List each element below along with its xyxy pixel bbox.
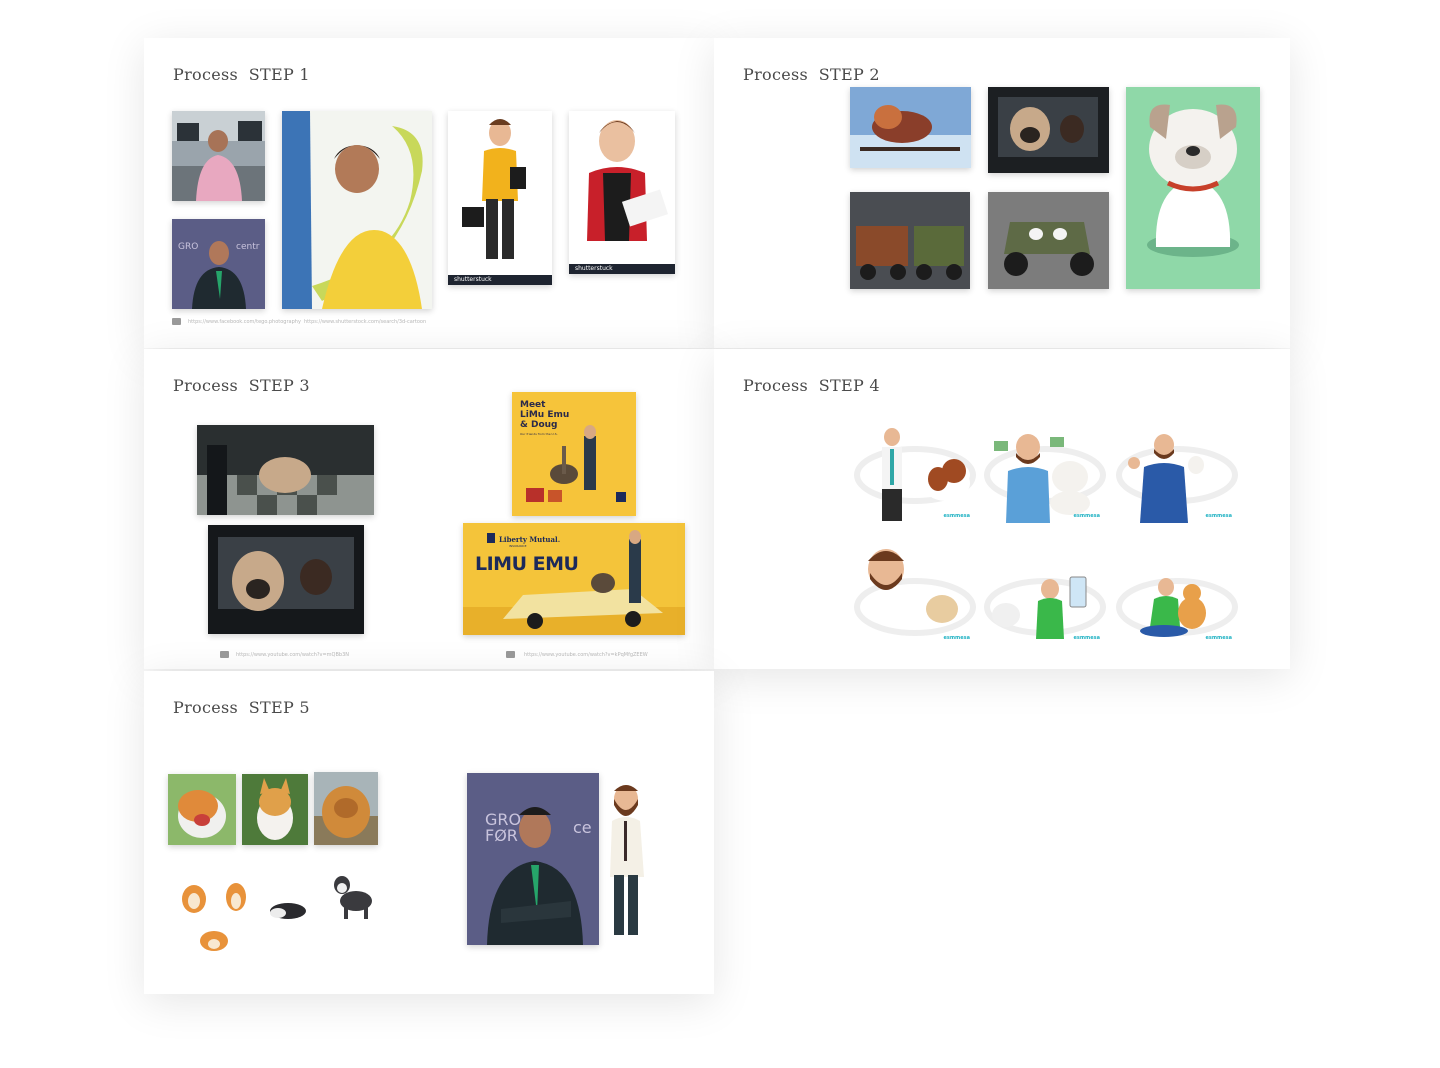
step-title: Process STEP 5 (173, 698, 310, 717)
reference-photo-office[interactable] (172, 111, 265, 201)
concept-smiling-face-labrador[interactable]: esmmesa (854, 543, 976, 645)
reference-3d-cartoon-clipboard[interactable]: shutterstuck (569, 111, 675, 274)
svg-text:GRO: GRO (178, 242, 198, 252)
concept-man-with-bulldog-money[interactable]: esmmesa (984, 427, 1106, 523)
reference-cartoon-sled-dog[interactable] (850, 87, 971, 168)
brand-watermark: esmmesa (943, 635, 970, 641)
step-card-2: Process STEP 2 (714, 38, 1290, 348)
source-icon (506, 651, 515, 658)
svg-text:FØR: FØR (485, 826, 518, 845)
brand-watermark: esmmesa (1073, 635, 1100, 641)
poster-brand-sub: INSURANCE (509, 544, 527, 548)
brand-watermark: esmmesa (1205, 635, 1232, 641)
reference-photo-forum[interactable]: GRO centr (172, 219, 265, 309)
brand-watermark: esmmesa (1205, 513, 1232, 519)
step-title: Process STEP 4 (743, 376, 880, 395)
poster-brand: Liberty Mutual. (499, 535, 561, 544)
source-link[interactable]: https://www.youtube.com/watch?v=kPqMfgZE… (524, 652, 648, 658)
sketch-sleeping-dog[interactable] (266, 899, 310, 921)
concept-man-phone-white-dog[interactable]: esmmesa (984, 543, 1106, 645)
sketch-shiba-pair[interactable] (174, 871, 254, 919)
concept-bearded-man-cartoon[interactable] (604, 781, 656, 939)
stock-watermark: shutterstuck (569, 264, 675, 274)
step-card-1: Process STEP 1 GRO centr shutterstuck sh… (144, 38, 714, 348)
concept-man-sitting-with-dog[interactable]: esmmesa (1116, 543, 1238, 645)
step-card-5: Process STEP 5 GRO FØR ce (144, 671, 714, 994)
step-card-3: Process STEP 3 Meet LiMu Emu & Doug Our … (144, 349, 714, 669)
reference-poster-liberty-mutual[interactable]: Liberty Mutual. INSURANCE LIMU EMU (463, 523, 685, 635)
source-link[interactable]: https://www.shutterstock.com/search/3d-c… (304, 319, 426, 325)
svg-text:centr: centr (236, 242, 260, 252)
brand-watermark: esmmesa (1073, 513, 1100, 519)
step-title: Process STEP 3 (173, 376, 310, 395)
reference-3d-cartoon-briefcase[interactable]: shutterstuck (448, 111, 552, 285)
source-link[interactable]: https://www.facebook.com/tego.photograph… (188, 319, 301, 325)
reference-photo-chow-chow[interactable] (314, 772, 378, 845)
reference-rusty-trucks[interactable] (850, 192, 970, 289)
reference-cartoon-bulldog[interactable] (1126, 87, 1260, 289)
poster-title: LIMU EMU (475, 553, 579, 575)
source-icon (172, 318, 181, 325)
reference-photo-akita[interactable] (168, 774, 236, 845)
step-title: Process STEP 2 (743, 65, 880, 84)
reference-photo-yellow-shirt[interactable] (282, 111, 432, 309)
step-title: Process STEP 1 (173, 65, 310, 84)
stock-watermark: shutterstuck (448, 275, 552, 285)
source-icon (220, 651, 229, 658)
source-link[interactable]: https://www.youtube.com/watch?v=mQBb3N (236, 652, 349, 658)
concept-man-ok-sign-dog[interactable]: esmmesa (1116, 427, 1238, 523)
reference-photo-corgi[interactable] (242, 774, 308, 845)
concept-man-with-saint-bernard[interactable]: esmmesa (854, 427, 976, 523)
sketch-husky[interactable] (330, 871, 378, 921)
reference-pug-in-car[interactable] (208, 525, 364, 634)
reference-pug-in-car[interactable] (988, 87, 1109, 173)
svg-text:ce: ce (573, 818, 592, 837)
step-card-4: Process STEP 4 esmmesa esmmesa esmmesa e… (714, 349, 1290, 669)
reference-poster-limu-emu[interactable]: Meet LiMu Emu & Doug Our friends from th… (512, 392, 636, 516)
reference-photo-forum-large[interactable]: GRO FØR ce (467, 773, 599, 945)
brand-watermark: esmmesa (943, 513, 970, 519)
reference-cartoon-jeep[interactable] (988, 192, 1109, 289)
sketch-shiba-puppy[interactable] (196, 927, 232, 953)
reference-pug-checkered-floor[interactable] (197, 425, 374, 515)
